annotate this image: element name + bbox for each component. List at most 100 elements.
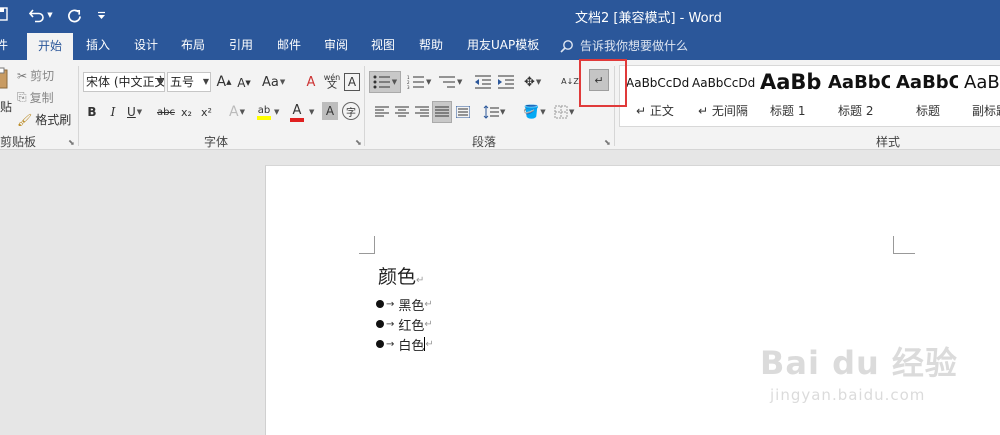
cut-button[interactable]: ✂ 剪切 — [17, 67, 54, 84]
list-item[interactable]: → 黑色 ↵ — [376, 294, 433, 314]
line-spacing-icon — [483, 105, 499, 119]
text-effects-button[interactable]: A ▼ — [229, 102, 245, 122]
paint-bucket-icon: 🪣 — [523, 104, 540, 120]
format-painter-button[interactable]: 🖌 格式刷 — [17, 111, 71, 128]
eraser-icon: A — [306, 74, 316, 90]
style-name: ↵ 正文 — [636, 104, 674, 118]
character-border-button[interactable]: A — [344, 73, 360, 91]
style-name: 标题 1 — [770, 104, 806, 118]
list-item[interactable]: → 红色 ↵ — [376, 314, 433, 334]
chinese-layout-button[interactable]: ✥ ▼ — [524, 72, 541, 92]
superscript-button[interactable]: x² — [201, 103, 212, 121]
subscript-button[interactable]: x₂ — [181, 103, 192, 121]
customize-qat-icon[interactable] — [94, 4, 108, 26]
style-no-spacing[interactable]: AaBbCcDd ↵ 无间隔 — [688, 66, 755, 126]
bullets-icon — [373, 75, 390, 89]
paragraph-group-label: 段落 — [472, 135, 497, 149]
font-color-button[interactable]: A — [290, 102, 304, 122]
clipboard-launcher-icon[interactable]: ⬊ — [68, 138, 75, 147]
bold-button[interactable]: B — [85, 103, 99, 121]
sort-button[interactable]: A↓Z — [559, 71, 581, 93]
style-title[interactable]: AaBbC 标题 — [892, 66, 958, 126]
crop-mark-left — [359, 236, 375, 254]
italic-button[interactable]: I — [106, 103, 120, 121]
style-sample: AaBbC — [964, 72, 1000, 93]
increase-indent-button[interactable] — [496, 72, 516, 92]
highlight-color-button[interactable]: ab — [257, 102, 271, 122]
enclose-characters-button[interactable]: 字 — [342, 102, 360, 120]
tab-help[interactable]: 帮助 — [419, 31, 443, 60]
tab-uap-template[interactable]: 用友UAP模板 — [467, 31, 539, 60]
decrease-indent-button[interactable] — [473, 72, 493, 92]
borders-button[interactable]: ▼ — [554, 102, 574, 122]
lightbulb-search-icon — [560, 39, 573, 53]
paragraph-launcher-icon[interactable]: ⬊ — [604, 138, 611, 147]
align-right-button[interactable] — [413, 102, 431, 122]
style-heading-1[interactable]: AaBb 标题 1 — [756, 66, 822, 126]
tell-me-box[interactable]: 告诉我你想要做什么 — [560, 31, 688, 60]
chevron-down-icon: ▼ — [202, 77, 209, 86]
change-case-button[interactable]: Aa ▼ — [262, 73, 285, 91]
tab-layout[interactable]: 布局 — [181, 31, 205, 60]
list-item[interactable]: → 白色 ↵ — [376, 334, 434, 354]
font-launcher-icon[interactable]: ⬊ — [355, 138, 362, 147]
line-spacing-button[interactable]: ▼ — [483, 102, 505, 122]
sort-icon: A↓Z — [561, 77, 579, 86]
shrink-font-button[interactable]: A ▼ — [236, 75, 252, 91]
strikethrough-button[interactable]: abc — [157, 103, 175, 121]
tab-design[interactable]: 设计 — [134, 31, 158, 60]
tab-view[interactable]: 视图 — [371, 31, 395, 60]
tab-file[interactable]: 件 — [0, 31, 10, 60]
font-name-combo[interactable]: 宋体 (中文正文 ▼ — [83, 72, 165, 92]
style-subtitle[interactable]: AaBbC 副标题 — [960, 66, 1000, 126]
shrink-font-icon: A — [237, 76, 246, 90]
numbering-button[interactable]: 123 ▼ — [407, 72, 431, 92]
paste-button[interactable]: 贴 — [0, 98, 12, 115]
undo-icon[interactable]: ▼ — [28, 4, 54, 26]
document-heading[interactable]: 颜色↵ — [378, 262, 424, 289]
underline-icon: U — [127, 105, 136, 119]
watermark-brand: Bai du 经验 — [760, 344, 958, 382]
underline-button[interactable]: U ▼ — [127, 103, 142, 121]
tab-insert[interactable]: 插入 — [86, 31, 110, 60]
tab-references[interactable]: 引用 — [229, 31, 253, 60]
tab-home[interactable]: 开始 — [27, 33, 73, 60]
format-painter-label: 格式刷 — [35, 113, 72, 127]
character-border-icon: A — [347, 75, 357, 89]
tab-review[interactable]: 审阅 — [324, 31, 348, 60]
title-bar: ▼ 文档2 [兼容模式] - Word — [0, 0, 1000, 31]
watermark-url: jingyan.baidu.com — [770, 386, 926, 404]
align-center-button[interactable] — [393, 102, 411, 122]
align-left-icon — [375, 106, 389, 117]
tab-mailings[interactable]: 邮件 — [277, 31, 301, 60]
font-color-icon: A — [292, 102, 302, 118]
save-icon[interactable] — [0, 4, 16, 26]
style-name: 标题 — [916, 104, 941, 118]
style-normal[interactable]: AaBbCcDd ↵ 正文 — [620, 66, 689, 126]
distributed-button[interactable] — [454, 102, 472, 122]
clear-formatting-button[interactable]: A — [302, 73, 320, 91]
repeat-icon[interactable] — [66, 4, 82, 26]
phonetic-guide-button[interactable]: wén 文 — [323, 73, 341, 91]
font-size-value: 五号 — [170, 75, 195, 89]
bullets-button[interactable]: ▼ — [369, 71, 401, 93]
quick-access-toolbar: ▼ — [0, 4, 108, 26]
align-left-button[interactable] — [373, 102, 391, 122]
numbering-icon: 123 — [407, 75, 424, 89]
window-title: 文档2 [兼容模式] - Word — [575, 11, 722, 26]
copy-label: 复制 — [29, 91, 54, 105]
multilevel-list-button[interactable]: ▼ — [438, 72, 462, 92]
grow-font-button[interactable]: A ▲ — [216, 73, 232, 91]
styles-group-label: 样式 — [876, 135, 901, 149]
shading-button[interactable]: 🪣 ▼ — [523, 102, 546, 122]
chevron-down-icon[interactable]: ▼ — [309, 108, 314, 116]
justify-button[interactable] — [432, 101, 452, 123]
copy-button[interactable]: ⎘ 复制 — [17, 89, 54, 106]
style-sample: AaBbC — [896, 72, 958, 93]
font-size-combo[interactable]: 五号 ▼ — [167, 72, 211, 92]
chevron-down-icon[interactable]: ▼ — [274, 108, 279, 116]
align-right-icon — [415, 106, 429, 117]
character-shading-button[interactable]: A — [322, 102, 338, 120]
tell-me-placeholder: 告诉我你想要做什么 — [580, 39, 689, 53]
style-heading-2[interactable]: AaBbC 标题 2 — [824, 66, 890, 126]
